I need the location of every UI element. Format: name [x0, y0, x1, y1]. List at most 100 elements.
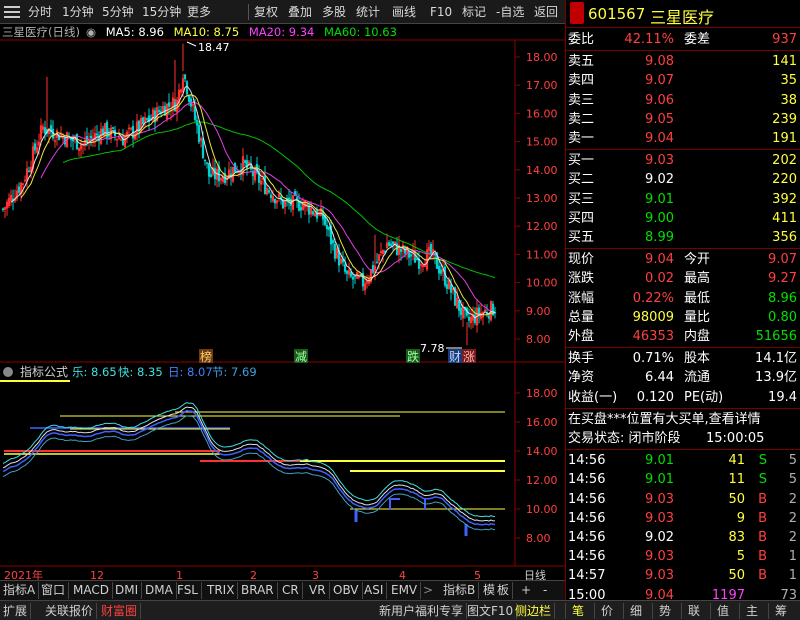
multi-stock-button[interactable]: 多股: [320, 3, 348, 21]
new-user-welfare-button[interactable]: 新用户福利专享: [376, 603, 468, 619]
related-quote-button[interactable]: 关联报价: [42, 603, 98, 619]
sell-row: 卖一 9.04 191: [566, 129, 800, 148]
buy-level-label: 买五: [568, 230, 595, 245]
back-button[interactable]: 返回: [532, 3, 560, 21]
tab-trix[interactable]: TRIX: [204, 582, 239, 599]
tick-direction: B: [758, 568, 767, 584]
chips-icon[interactable]: 筹: [768, 603, 793, 619]
tab-board[interactable]: 板: [494, 582, 514, 599]
remove-watchlist-button[interactable]: -自选: [494, 3, 526, 21]
marker-bang[interactable]: 榜: [200, 349, 212, 364]
candle-body: [391, 241, 395, 245]
notice-row: 在买盘***位置有大买单,查看详情: [566, 410, 800, 429]
candle-body: [299, 207, 303, 211]
tab-indicator-a[interactable]: 指标A: [0, 582, 40, 599]
marker-reduce[interactable]: 减: [295, 350, 307, 364]
candle-body: [327, 226, 331, 230]
tab-emv[interactable]: EMV: [388, 582, 422, 599]
tab-brar[interactable]: BRAR: [238, 582, 278, 599]
price-tick-label: 16.00: [526, 107, 558, 120]
tick-detail-icon[interactable]: 笔: [565, 603, 590, 619]
tab-indicator-b[interactable]: 指标B: [440, 582, 480, 599]
candle-body: [33, 143, 37, 151]
date-label-12: 12: [90, 569, 104, 580]
tab-vr[interactable]: VR: [306, 582, 330, 599]
tick-direction: B: [758, 530, 767, 545]
tab-dma[interactable]: DMA: [142, 582, 177, 599]
stat-value: 9.04: [645, 252, 674, 268]
f10-button[interactable]: F10: [428, 3, 454, 21]
quote-header: 601567 三星医疗: [566, 0, 800, 28]
menu-icon[interactable]: [4, 6, 20, 18]
expand-button[interactable]: 扩展: [0, 603, 32, 619]
buy-level-label: 买二: [568, 172, 595, 188]
candle-body: [333, 243, 337, 259]
stat-label: PE(动): [684, 389, 724, 405]
draw-line-button[interactable]: 画线: [390, 3, 418, 21]
tab-cr[interactable]: CR: [279, 582, 303, 599]
tab-macd[interactable]: MACD: [70, 582, 113, 599]
zoom-out-button[interactable]: -: [540, 582, 550, 599]
buy-level-label: 买四: [568, 210, 595, 226]
kline-chart[interactable]: 18.0017.0016.0015.0014.0013.0012.0011.00…: [0, 24, 565, 580]
tab-more[interactable]: 更多: [185, 3, 213, 21]
mark-button[interactable]: 标记: [460, 3, 488, 21]
tick-row: 14:56 9.03 50 B 2: [566, 490, 800, 509]
stat-label: 总量: [568, 309, 595, 325]
value-icon[interactable]: 值: [710, 603, 735, 619]
candle-body: [467, 316, 471, 321]
tab-5min[interactable]: 5分钟: [100, 3, 136, 21]
tick-volume: 50: [728, 568, 745, 584]
buy-price: 9.03: [645, 153, 674, 169]
buy-volume: 220: [772, 172, 797, 188]
link-icon[interactable]: 联: [681, 603, 706, 619]
tab-fsl[interactable]: FSL: [174, 582, 202, 599]
tick-price: 9.03: [645, 568, 674, 584]
tick-time: 14:56: [568, 472, 606, 488]
candle-body: [89, 135, 93, 139]
candle-body: [157, 110, 161, 113]
tick-price: 9.01: [645, 453, 674, 469]
tick-count: 2: [788, 530, 797, 545]
tab-dmi[interactable]: DMI: [112, 582, 143, 599]
indicator-legend: 指标公式 乐: 8.65 快: 8.35 日: 8.07 节: 7.69: [3, 364, 257, 379]
tick-direction: S: [758, 453, 767, 469]
big-order-notice: 在买盘***位置有大买单,查看详情: [568, 411, 761, 427]
marker-finance[interactable]: 财: [449, 350, 461, 364]
tab-15min[interactable]: 15分钟: [140, 3, 183, 21]
section-divider: [566, 149, 800, 151]
tick-count: 2: [788, 491, 797, 507]
tick-count: 1: [788, 549, 797, 565]
sell-price: 9.08: [645, 54, 674, 70]
marker-rise[interactable]: 涨: [463, 349, 475, 364]
tab-asi[interactable]: ASI: [361, 582, 388, 599]
sidebar-button[interactable]: 侧边栏: [512, 603, 556, 619]
main-force-icon[interactable]: 主: [739, 603, 764, 619]
tab-window[interactable]: 窗口: [38, 582, 70, 599]
statistics-button[interactable]: 统计: [354, 3, 382, 21]
sell-level-label: 卖四: [568, 73, 595, 89]
f10-graphic-button[interactable]: 图文F10: [464, 603, 518, 619]
candle-body: [457, 300, 461, 311]
adjust-button[interactable]: 复权: [252, 3, 280, 21]
fine-detail-icon[interactable]: 细: [623, 603, 648, 619]
tick-row: 14:56 9.01 41 S 5: [566, 451, 800, 470]
indicator-dropdown-icon[interactable]: [3, 367, 13, 377]
candle-body: [27, 170, 31, 173]
overlay-button[interactable]: 叠加: [286, 3, 314, 21]
zoom-in-button[interactable]: +: [518, 582, 534, 599]
price-detail-icon[interactable]: 价: [594, 603, 619, 619]
tick-row: 14:56 9.02 83 B 2: [566, 528, 800, 547]
candle-body: [487, 315, 491, 319]
tab-1min[interactable]: 1分钟: [60, 3, 96, 21]
stat-row: 现价 9.04 今开 9.07: [566, 250, 800, 269]
stat-label: 流通: [684, 370, 711, 386]
tab-scroll-icon[interactable]: >: [420, 582, 436, 599]
tick-time: 14:56: [568, 453, 606, 469]
tab-obv[interactable]: OBV: [330, 582, 363, 599]
wealth-circle-button[interactable]: 财富圈: [98, 603, 142, 619]
trend-icon[interactable]: 势: [652, 603, 677, 619]
marker-fall[interactable]: 跌: [407, 349, 419, 364]
tab-timeshare[interactable]: 分时: [26, 3, 54, 21]
indicator-le: 乐: 8.65: [72, 365, 117, 379]
